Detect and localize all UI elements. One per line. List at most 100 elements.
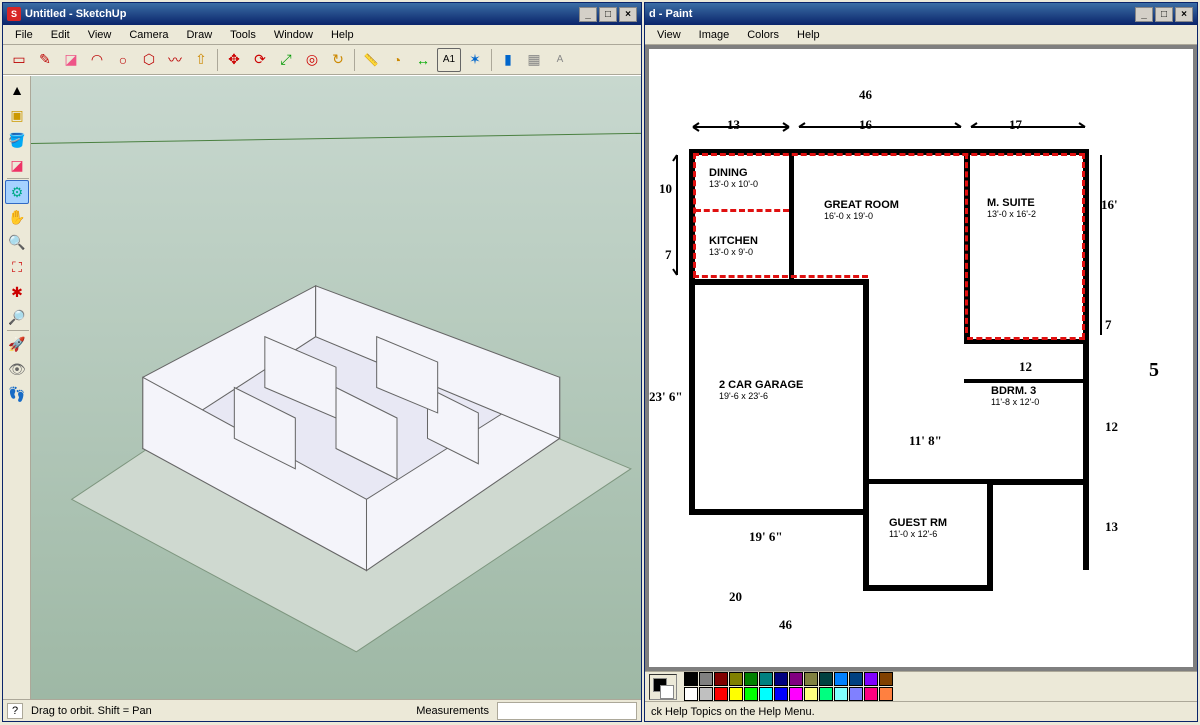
paint-canvas[interactable]: DINING 13'-0 x 10'-0 GREAT ROOM 16'-0 x … (649, 49, 1193, 667)
3dtext-tool-icon[interactable]: A (548, 48, 572, 72)
sketchup-statusbar: ? Drag to orbit. Shift = Pan Measurement… (3, 699, 641, 721)
palette-swatch[interactable] (759, 687, 773, 701)
paint-menu-help[interactable]: Help (789, 27, 828, 43)
palette-swatch[interactable] (804, 672, 818, 686)
palette-swatch[interactable] (684, 687, 698, 701)
move-tool-icon[interactable]: ✥ (222, 48, 246, 72)
menu-window[interactable]: Window (266, 27, 321, 43)
palette-swatch[interactable] (759, 672, 773, 686)
palette-swatch[interactable] (819, 687, 833, 701)
label-guest: GUEST RM 11'-0 x 12'-6 (889, 517, 947, 539)
measurements-input[interactable] (497, 702, 637, 720)
paint-statusbar: ck Help Topics on the Help Menu. (645, 701, 1197, 721)
menu-help[interactable]: Help (323, 27, 362, 43)
sketchup-viewport[interactable] (31, 76, 641, 699)
palette-swatch[interactable] (729, 672, 743, 686)
offset-tool-icon[interactable]: ◎ (300, 48, 324, 72)
paint-menu-view[interactable]: View (649, 27, 689, 43)
paint-status-text: ck Help Topics on the Help Menu. (651, 706, 815, 718)
orbit-tool-icon[interactable]: ⚙ (5, 180, 29, 204)
scale-tool-icon[interactable]: ⤢ (274, 48, 298, 72)
paint-menu-colors[interactable]: Colors (739, 27, 787, 43)
palette-swatch[interactable] (849, 672, 863, 686)
paint-tool-icon[interactable]: ▮ (496, 48, 520, 72)
palette-swatch[interactable] (744, 687, 758, 701)
rectangle-tool-icon[interactable]: ▭ (7, 48, 31, 72)
hand-dim: 13 (1105, 519, 1118, 535)
paint-close-button[interactable]: × (1175, 7, 1193, 22)
select-tool-icon[interactable]: ▲ (5, 78, 29, 102)
palette-swatch[interactable] (729, 687, 743, 701)
zoom-extents-icon[interactable]: ⛶ (5, 255, 29, 279)
palette-swatch[interactable] (819, 672, 833, 686)
section-tool-icon[interactable]: ▦ (522, 48, 546, 72)
palette-swatch[interactable] (774, 687, 788, 701)
palette-swatch[interactable] (789, 672, 803, 686)
close-button[interactable]: × (619, 7, 637, 22)
paint-titlebar[interactable]: d - Paint _ □ × (645, 3, 1197, 25)
palette-swatch[interactable] (879, 672, 893, 686)
palette-swatch[interactable] (864, 687, 878, 701)
palette-swatch[interactable] (699, 687, 713, 701)
minimize-button[interactable]: _ (579, 7, 597, 22)
hand-dim: 13 (727, 117, 740, 133)
palette-swatch[interactable] (699, 672, 713, 686)
paint-maximize-button[interactable]: □ (1155, 7, 1173, 22)
paint-bucket-tool-icon[interactable]: 🪣 (5, 128, 29, 152)
hand-dim: 16 (859, 117, 872, 133)
label-kitchen: KITCHEN 13'-0 x 9'-0 (709, 235, 758, 257)
maximize-button[interactable]: □ (599, 7, 617, 22)
walk-tool-icon[interactable]: 👣 (5, 382, 29, 406)
tape-tool-icon[interactable]: 📏 (359, 48, 383, 72)
palette-swatch[interactable] (849, 687, 863, 701)
pan-tool-icon[interactable]: ✋ (5, 205, 29, 229)
menu-draw[interactable]: Draw (178, 27, 220, 43)
dimension-tool-icon[interactable]: ↔ (411, 48, 435, 72)
wall (964, 379, 1087, 383)
red-dash (695, 209, 789, 212)
palette-swatch[interactable] (789, 687, 803, 701)
zoom-tool-icon[interactable]: 🔍 (5, 230, 29, 254)
menu-view[interactable]: View (80, 27, 120, 43)
sketchup-titlebar[interactable]: S Untitled - SketchUp _ □ × (3, 3, 641, 25)
palette-swatch[interactable] (834, 672, 848, 686)
arc-tool-icon[interactable]: ◠ (85, 48, 109, 72)
previous-view-icon[interactable]: 🔎 (5, 305, 29, 329)
palette-swatch[interactable] (834, 687, 848, 701)
pushpull-tool-icon[interactable]: ⇧ (189, 48, 213, 72)
help-icon[interactable]: ? (7, 703, 23, 719)
protractor-tool-icon[interactable]: ◔ (385, 48, 409, 72)
sketchup-window: S Untitled - SketchUp _ □ × File Edit Vi… (2, 2, 642, 722)
current-colors[interactable] (649, 674, 677, 700)
position-camera-icon[interactable]: 🚀 (5, 332, 29, 356)
paint-minimize-button[interactable]: _ (1135, 7, 1153, 22)
paint-menu-image[interactable]: Image (691, 27, 738, 43)
text-tool-icon[interactable]: A1 (437, 48, 461, 72)
line-tool-icon[interactable]: ✎ (33, 48, 57, 72)
rotate-tool-icon[interactable]: ⟳ (248, 48, 272, 72)
menu-file[interactable]: File (7, 27, 41, 43)
component-tool-icon[interactable]: ▣ (5, 103, 29, 127)
menu-edit[interactable]: Edit (43, 27, 78, 43)
palette-swatch[interactable] (804, 687, 818, 701)
paint-canvas-area: DINING 13'-0 x 10'-0 GREAT ROOM 16'-0 x … (645, 45, 1197, 671)
polygon-tool-icon[interactable]: ⬡ (137, 48, 161, 72)
palette-swatch[interactable] (864, 672, 878, 686)
hand-dim: 7 (665, 247, 672, 263)
eraser-tool-icon[interactable]: ◪ (59, 48, 83, 72)
palette-swatch[interactable] (879, 687, 893, 701)
eraser-side-icon[interactable]: ◪ (5, 153, 29, 177)
axes-tool-icon[interactable]: ✶ (463, 48, 487, 72)
freehand-tool-icon[interactable]: 〰 (163, 48, 187, 72)
followme-tool-icon[interactable]: ↻ (326, 48, 350, 72)
palette-swatch[interactable] (714, 687, 728, 701)
menu-camera[interactable]: Camera (121, 27, 176, 43)
palette-swatch[interactable] (774, 672, 788, 686)
palette-swatch[interactable] (714, 672, 728, 686)
look-around-icon[interactable]: 👁 (5, 357, 29, 381)
palette-swatch[interactable] (744, 672, 758, 686)
zoom-window-icon[interactable]: ✱ (5, 280, 29, 304)
menu-tools[interactable]: Tools (222, 27, 264, 43)
palette-swatch[interactable] (684, 672, 698, 686)
circle-tool-icon[interactable]: ○ (111, 48, 135, 72)
